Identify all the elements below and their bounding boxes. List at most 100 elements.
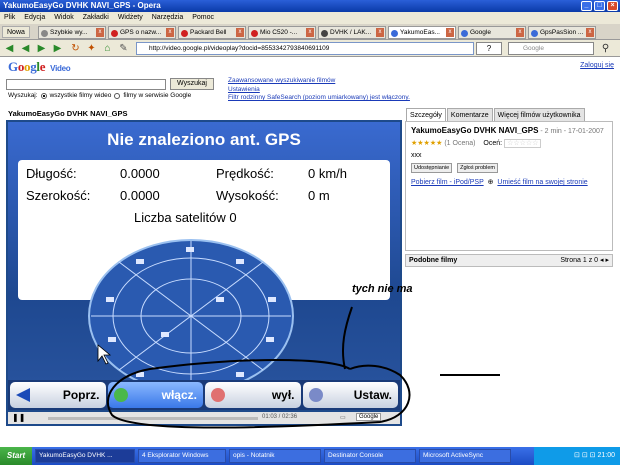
- menu-bar: Plik Edycja Widok Zakładki Widżety Narzę…: [0, 12, 620, 24]
- details-title: YakumoEasyGo DVHK NAVI_GPS: [411, 126, 539, 135]
- on-button[interactable]: włącz.: [107, 382, 203, 408]
- tools-icon[interactable]: ✎: [118, 43, 129, 54]
- forward-icon[interactable]: ▶: [36, 43, 47, 54]
- satellite-globe-icon: [88, 239, 294, 393]
- page-icon: [461, 30, 468, 37]
- tab-3[interactable]: Packard Bell x: [178, 26, 246, 39]
- star-rating-icon: ★★★★★: [411, 140, 443, 147]
- dlugosc-value: 0.0000: [120, 166, 160, 181]
- advanced-search-link[interactable]: Zaawansowane wyszukiwanie filmów: [228, 77, 410, 86]
- settings-button[interactable]: Ustaw.: [302, 382, 398, 408]
- address-bar[interactable]: http://video.google.pl/videoplay?docid=8…: [136, 42, 474, 55]
- page-icon: [181, 30, 188, 37]
- fastforward-icon[interactable]: ▶: [52, 43, 63, 54]
- share-button[interactable]: Udostępnianie: [411, 163, 453, 173]
- page-icon: [111, 30, 118, 37]
- dlugosc-label: Długość:: [26, 166, 77, 181]
- page-icon: [41, 30, 48, 37]
- tray-icons[interactable]: ⊡ ⊡ ⊡: [574, 452, 596, 459]
- google-logo[interactable]: Google Video: [8, 59, 71, 75]
- plus-icon: ⊕: [487, 179, 494, 186]
- close-tab-icon[interactable]: x: [516, 28, 524, 37]
- off-button[interactable]: wył.: [205, 382, 301, 408]
- tab-1[interactable]: Szybkie wy... x: [38, 26, 106, 39]
- minimize-button[interactable]: _: [581, 1, 592, 11]
- details-panel: YakumoEasyGo DVHK NAVI_GPS - 2 min - 17-…: [405, 121, 613, 251]
- maximize-button[interactable]: □: [594, 1, 605, 11]
- home-icon[interactable]: ⌂: [102, 43, 113, 54]
- new-tab-button[interactable]: Nowa: [2, 26, 30, 38]
- taskbar-item-notepad[interactable]: opis - Notatnik: [229, 449, 321, 463]
- pagination: Strona 1 z 0 ◂ ▸: [560, 257, 609, 264]
- taskbar-item-destinator[interactable]: Destinator Console: [324, 449, 416, 463]
- video-frame[interactable]: Nie znaleziono ant. GPS Długość: 0.0000 …: [8, 122, 400, 410]
- close-button[interactable]: ×: [607, 1, 618, 11]
- rewind-icon[interactable]: ◀: [20, 43, 31, 54]
- menu-widok[interactable]: Widok: [54, 12, 73, 24]
- gps-button-row: Poprz. włącz. wył. Ustaw.: [8, 380, 400, 410]
- taskbar-item-explorer[interactable]: 4 Eksplorator Windows: [138, 449, 226, 463]
- tab-details[interactable]: Szczegóły: [406, 108, 446, 122]
- tab-7[interactable]: Google x: [458, 26, 526, 39]
- tab-2[interactable]: GPS o nazw... x: [108, 26, 176, 39]
- close-tab-icon[interactable]: x: [376, 28, 384, 37]
- prev-page-icon[interactable]: ◂: [600, 257, 604, 264]
- tab-comments[interactable]: Komentarze: [446, 108, 493, 122]
- tab-6[interactable]: YakumoEas... x: [388, 26, 456, 39]
- reload-icon[interactable]: ↻: [70, 43, 81, 54]
- rate-stars-icon[interactable]: ☆☆☆☆☆: [504, 139, 542, 148]
- report-button[interactable]: Zgłoś problem: [457, 163, 498, 173]
- wand-icon[interactable]: ✦: [86, 43, 97, 54]
- close-tab-icon[interactable]: x: [96, 28, 104, 37]
- menu-plik[interactable]: Plik: [4, 12, 15, 24]
- help-button[interactable]: ?: [476, 42, 502, 55]
- start-button[interactable]: Start: [0, 447, 32, 465]
- video-search-input[interactable]: [6, 79, 166, 90]
- menu-narzedzia[interactable]: Narzędzia: [152, 12, 184, 24]
- menu-edycja[interactable]: Edycja: [24, 12, 45, 24]
- page-icon: [321, 30, 328, 37]
- related-videos-header: Podobne filmy Strona 1 z 0 ◂ ▸: [405, 254, 613, 267]
- progress-bar[interactable]: [48, 417, 258, 420]
- search-field[interactable]: Google: [508, 42, 594, 55]
- tab-8[interactable]: GpsPasSion ... x: [528, 26, 596, 39]
- window-title: YakumoEasyGo DVHK NAVI_GPS - Opera: [3, 1, 161, 10]
- szerokosc-value: 0.0000: [120, 188, 160, 203]
- next-page-icon[interactable]: ▸: [605, 257, 609, 264]
- rating-count: (1 Ocena): [444, 140, 476, 147]
- navigation-bar: ◀ ◀ ▶ ▶ ↻ ✦ ⌂ ✎ http://video.google.pl/v…: [0, 40, 620, 57]
- menu-pomoc[interactable]: Pomoc: [192, 12, 214, 24]
- fullscreen-icon[interactable]: ▭: [340, 414, 346, 421]
- tab-5[interactable]: DVHK / LAK... x: [318, 26, 386, 39]
- menu-widzety[interactable]: Widżety: [118, 12, 143, 24]
- menu-zakladki[interactable]: Zakładki: [83, 12, 109, 24]
- embed-link[interactable]: Umieść film na swojej stronie: [497, 179, 587, 186]
- close-tab-icon[interactable]: x: [586, 28, 594, 37]
- close-tab-icon[interactable]: x: [236, 28, 244, 37]
- taskbar-item-opera[interactable]: YakumoEasyGo DVHK ...: [35, 449, 135, 463]
- download-link[interactable]: Pobierz film - iPod/PSP: [411, 179, 484, 186]
- close-tab-icon[interactable]: x: [306, 28, 314, 37]
- close-tab-icon[interactable]: x: [166, 28, 174, 37]
- search-button[interactable]: Wyszukaj: [170, 78, 214, 90]
- left-arrow-icon: [16, 388, 30, 402]
- back-icon[interactable]: ◀: [4, 43, 15, 54]
- safesearch-link[interactable]: Filtr rodzinny SafeSearch (poziom umiark…: [228, 94, 410, 103]
- taskbar-item-activesync[interactable]: Microsoft ActiveSync: [419, 449, 511, 463]
- settings-link[interactable]: Ustawienia: [228, 86, 410, 95]
- url-text: http://video.google.pl/videoplay?docid=8…: [149, 45, 330, 52]
- video-player[interactable]: Nie znaleziono ant. GPS Długość: 0.0000 …: [6, 120, 402, 426]
- close-tab-icon[interactable]: x: [446, 28, 454, 37]
- radio-all-videos[interactable]: [40, 92, 47, 99]
- gps-heading: Nie znaleziono ant. GPS: [107, 130, 301, 149]
- logo-video: Video: [50, 64, 71, 73]
- zoom-icon[interactable]: ⚲: [600, 43, 611, 54]
- radio-google-videos[interactable]: [114, 92, 121, 99]
- prev-button[interactable]: Poprz.: [10, 382, 106, 408]
- advanced-links: Zaawansowane wyszukiwanie filmów Ustawie…: [228, 77, 410, 103]
- tab-more-videos[interactable]: Więcej filmów użytkownika: [493, 108, 585, 122]
- login-link[interactable]: Zaloguj się: [580, 62, 614, 69]
- google-player-logo[interactable]: Google: [356, 413, 382, 421]
- pause-icon[interactable]: ❚❚: [12, 413, 25, 422]
- tab-4[interactable]: Mio C520 -... x: [248, 26, 316, 39]
